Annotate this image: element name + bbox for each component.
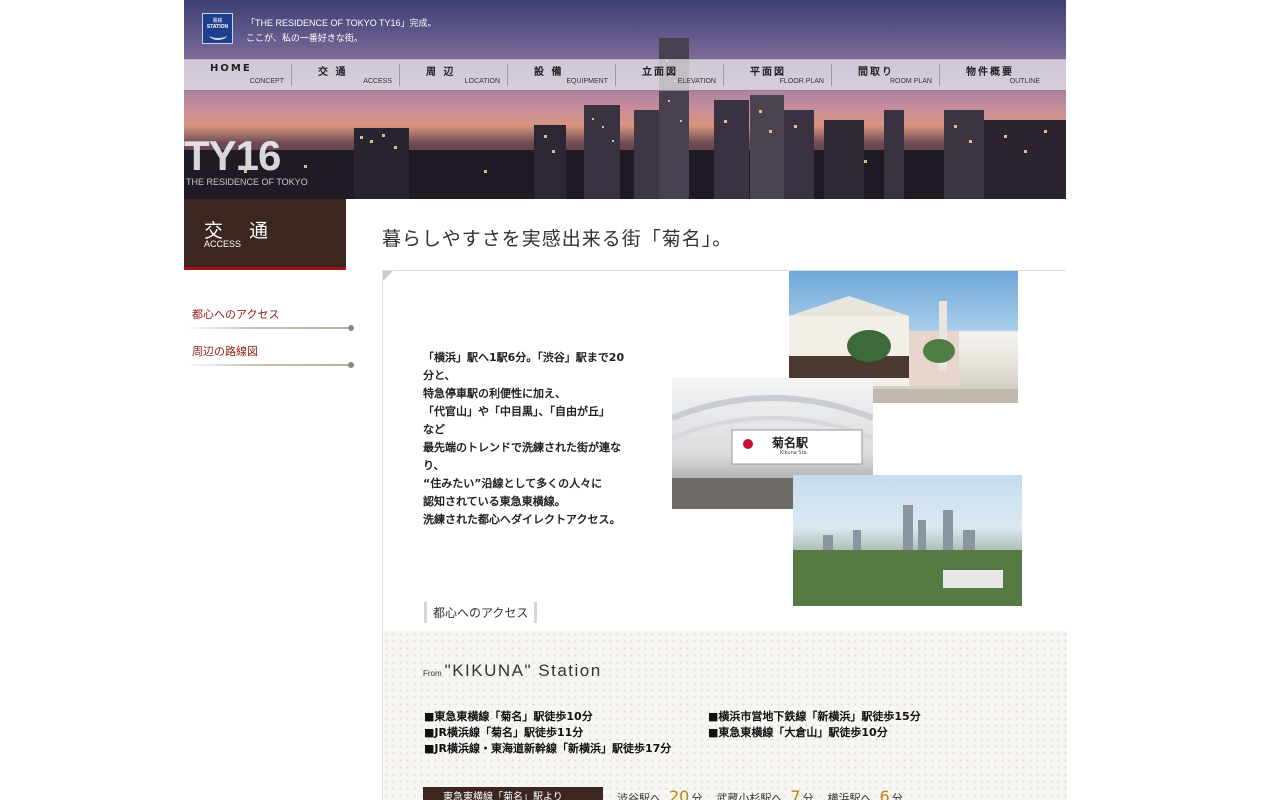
nav-sublabel: ELEVATION xyxy=(677,78,716,85)
nav-label: 周 辺 xyxy=(426,67,456,78)
tagline-line1: 「THE RESIDENCE OF TOKYO TY16」完成。 xyxy=(246,18,437,28)
main-content: 「横浜」駅へ1駅6分。「渋谷」駅まで20 分と、 特急停車駅の利便性に加え、 「… xyxy=(382,270,1067,800)
travel-time-yokohama: 横浜駅へ 6 分 xyxy=(828,787,903,800)
nav-label: 平面図 xyxy=(750,67,786,78)
hero-brand-title: TY16 xyxy=(184,132,281,179)
nav-sublabel: EQUIPMENT xyxy=(566,78,608,85)
hero-brand-subtitle: THE RESIDENCE OF TOKYO xyxy=(186,177,308,187)
nav-access[interactable]: 交 通 ACCESS xyxy=(292,60,400,90)
nav-label: 交 通 xyxy=(318,67,348,78)
train-line-item: ■JR横浜線・東海道新幹線「新横浜」駅徒歩17分 xyxy=(424,742,672,755)
sidebar-item-city-access[interactable]: 都心へのアクセス xyxy=(184,298,356,336)
nav-floor-plan[interactable]: 平面図 FLOOR PLAN xyxy=(724,60,832,90)
nav-room-plan[interactable]: 間取り ROOM PLAN xyxy=(832,60,940,90)
travel-dest: 武蔵小杉駅へ xyxy=(716,792,783,800)
nav-label: 間取り xyxy=(858,67,894,78)
nav-equipment[interactable]: 設 備 EQUIPMENT xyxy=(508,60,616,90)
page-title: 暮らしやすさを実感出来る街「菊名」。 xyxy=(382,228,733,250)
nav-sublabel: ROOM PLAN xyxy=(889,78,932,85)
nav-outline[interactable]: 物件概要 OUTLINE xyxy=(940,60,1048,90)
site-container: 電鉄 STATION 「THE RESIDENCE OF TOKYO TY16」… xyxy=(184,0,1067,800)
travel-dest: 渋谷駅へ xyxy=(617,792,661,800)
train-lines-left: ■東急東横線「菊名」駅徒歩10分 ■JR横浜線「菊名」駅徒歩11分 ■JR横浜線… xyxy=(424,709,671,757)
hero-banner: 電鉄 STATION 「THE RESIDENCE OF TOKYO TY16」… xyxy=(184,0,1066,199)
train-line-item: ■東急東横線「菊名」駅徒歩10分 xyxy=(424,710,593,723)
nav-label: 立面図 xyxy=(642,67,678,78)
header-tagline: 「THE RESIDENCE OF TOKYO TY16」完成。 ここが、私の一… xyxy=(246,16,437,46)
access-info-panel: From "KIKUNA" Station ■東急東横線「菊名」駅徒歩10分 ■J… xyxy=(383,631,1067,800)
station-sign-text: 菊名駅 xyxy=(772,436,809,450)
sidebar-divider xyxy=(184,327,350,329)
logo-swirl-icon xyxy=(208,30,227,40)
nav-sublabel: OUTLINE xyxy=(1009,78,1040,85)
sidebar-item-label: 周辺の路線図 xyxy=(192,345,258,358)
station-from: From xyxy=(423,669,442,678)
nav-label: 物件概要 xyxy=(966,67,1014,78)
nav-home[interactable]: HOME CONCEPT xyxy=(184,60,292,90)
travel-dest: 横浜駅へ xyxy=(827,792,872,800)
site-logo[interactable]: 電鉄 STATION xyxy=(202,13,233,44)
train-line-item: ■JR横浜線「菊名」駅徒歩11分 xyxy=(424,726,584,739)
city-view-illustration xyxy=(793,505,1022,606)
station-heading: From "KIKUNA" Station xyxy=(423,661,602,681)
section-label-city-access: 都心へのアクセス xyxy=(424,602,538,623)
station-name: "KIKUNA" Station xyxy=(444,661,602,680)
sidebar-heading: 交 通 ACCESS xyxy=(184,199,346,270)
travel-times-bar: 東急東横線「菊名」駅より 渋谷駅へ 20 分 武蔵小杉駅へ 7 分 横浜駅へ 6 分 xyxy=(423,787,903,800)
sidebar-item-route-map[interactable]: 周辺の路線図 xyxy=(184,335,356,373)
travel-unit: 分 xyxy=(802,792,814,800)
corner-decoration xyxy=(383,271,393,281)
nav-sublabel: FLOOR PLAN xyxy=(779,78,824,85)
city-view-photo xyxy=(793,475,1022,606)
travel-minutes: 6 xyxy=(879,787,890,800)
station-sign-en: Kikuna Sta. xyxy=(780,450,809,456)
travel-minutes: 7 xyxy=(790,787,801,800)
nav-sublabel: CONCEPT xyxy=(249,78,284,85)
logo-text-line2: STATION xyxy=(206,23,229,30)
nav-elevation[interactable]: 立面図 ELEVATION xyxy=(616,60,724,90)
intro-text: 「横浜」駅へ1駅6分。「渋谷」駅まで20 分と、 特急停車駅の利便性に加え、 「… xyxy=(423,351,625,526)
train-line-item: ■東急東横線「大倉山」駅徒歩10分 xyxy=(708,726,888,739)
travel-time-shibuya: 渋谷駅へ 20 分 xyxy=(617,787,702,800)
nav-label: HOME xyxy=(210,63,252,74)
travel-times-label: 東急東横線「菊名」駅より xyxy=(423,787,603,800)
nav-label: 設 備 xyxy=(534,67,564,78)
sidebar-divider xyxy=(184,364,350,366)
tagline-line2: ここが、私の一番好きな街。 xyxy=(246,33,363,43)
global-nav: HOME CONCEPT 交 通 ACCESS 周 辺 LOCATION 設 備… xyxy=(184,59,1066,91)
train-line-item: ■横浜市営地下鉄線「新横浜」駅徒歩15分 xyxy=(708,710,921,723)
bullet-dot-icon xyxy=(348,362,354,368)
sidebar-subtitle: ACCESS xyxy=(204,239,242,249)
sidebar-item-label: 都心へのアクセス xyxy=(192,308,280,321)
train-lines-right: ■横浜市営地下鉄線「新横浜」駅徒歩15分 ■東急東横線「大倉山」駅徒歩10分 xyxy=(708,709,921,741)
nav-location[interactable]: 周 辺 LOCATION xyxy=(400,60,508,90)
nav-sublabel: LOCATION xyxy=(464,78,500,85)
travel-time-musashikosugi: 武蔵小杉駅へ 7 分 xyxy=(716,787,813,800)
travel-unit: 分 xyxy=(691,792,703,800)
nav-sublabel: ACCESS xyxy=(363,78,392,85)
travel-minutes: 20 xyxy=(669,787,690,800)
travel-unit: 分 xyxy=(891,792,903,800)
bullet-dot-icon xyxy=(348,325,354,331)
